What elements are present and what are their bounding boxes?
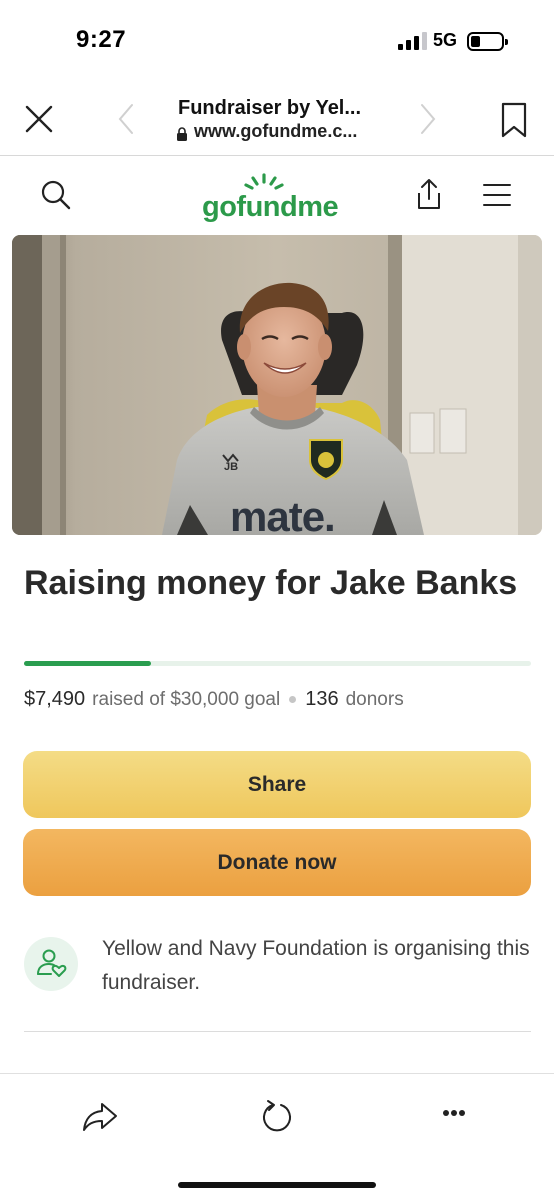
fundraiser-stats: $7,490 raised of $30,000 goal 136 donors <box>24 688 404 711</box>
jersey-initials: JB <box>224 461 238 473</box>
site-header: gofundme <box>0 157 554 235</box>
progress-fill <box>24 661 151 666</box>
signal-strength-icon <box>398 32 427 50</box>
jersey-sponsor-text: mate. <box>230 493 335 535</box>
share-button[interactable]: Share <box>23 751 531 818</box>
organiser-info: Yellow and Navy Foundation is organising… <box>24 932 531 1002</box>
progress-bar <box>24 661 531 666</box>
share-upload-icon[interactable] <box>414 177 444 211</box>
url-bar[interactable]: www.gofundme.c... <box>176 121 357 142</box>
divider <box>24 1031 531 1032</box>
url-text: www.gofundme.c... <box>194 121 358 141</box>
organiser-text: Yellow and Navy Foundation is organising… <box>102 937 530 994</box>
separator-dot <box>289 696 297 703</box>
donors-count: 136 <box>305 688 339 710</box>
home-indicator[interactable] <box>178 1182 376 1188</box>
search-icon[interactable] <box>40 179 72 211</box>
user-heart-icon <box>24 937 78 991</box>
hero-image: JB mate. <box>12 235 542 535</box>
lock-icon <box>176 125 188 141</box>
bookmark-icon[interactable] <box>500 102 528 138</box>
campaign-title: Raising money for Jake Banks <box>24 564 518 602</box>
browser-toolbar <box>0 1073 554 1200</box>
close-icon[interactable] <box>24 104 54 134</box>
reload-icon[interactable] <box>257 1096 297 1136</box>
amount-raised: $7,490 <box>24 688 86 710</box>
page-title[interactable]: Fundraiser by Yel... <box>178 97 361 120</box>
forward-chevron-icon[interactable] <box>418 102 438 136</box>
gofundme-logo[interactable]: gofundme <box>202 173 352 223</box>
network-type: 5G <box>433 30 458 50</box>
more-dots-icon[interactable] <box>434 1096 474 1136</box>
hamburger-menu-icon[interactable] <box>482 183 512 207</box>
donate-now-button[interactable]: Donate now <box>23 829 531 896</box>
battery-icon <box>467 32 508 51</box>
logo-text: gofundme <box>202 191 339 223</box>
share-arrow-icon[interactable] <box>80 1096 120 1136</box>
status-time: 9:27 <box>76 26 127 53</box>
back-chevron-icon[interactable] <box>116 102 136 136</box>
goal-text: raised of $30,000 goal <box>92 688 281 710</box>
browser-bar: Fundraiser by Yel... www.gofundme.c... <box>0 80 554 156</box>
status-bar: 9:27 5G <box>0 0 554 80</box>
donors-label: donors <box>345 688 404 710</box>
